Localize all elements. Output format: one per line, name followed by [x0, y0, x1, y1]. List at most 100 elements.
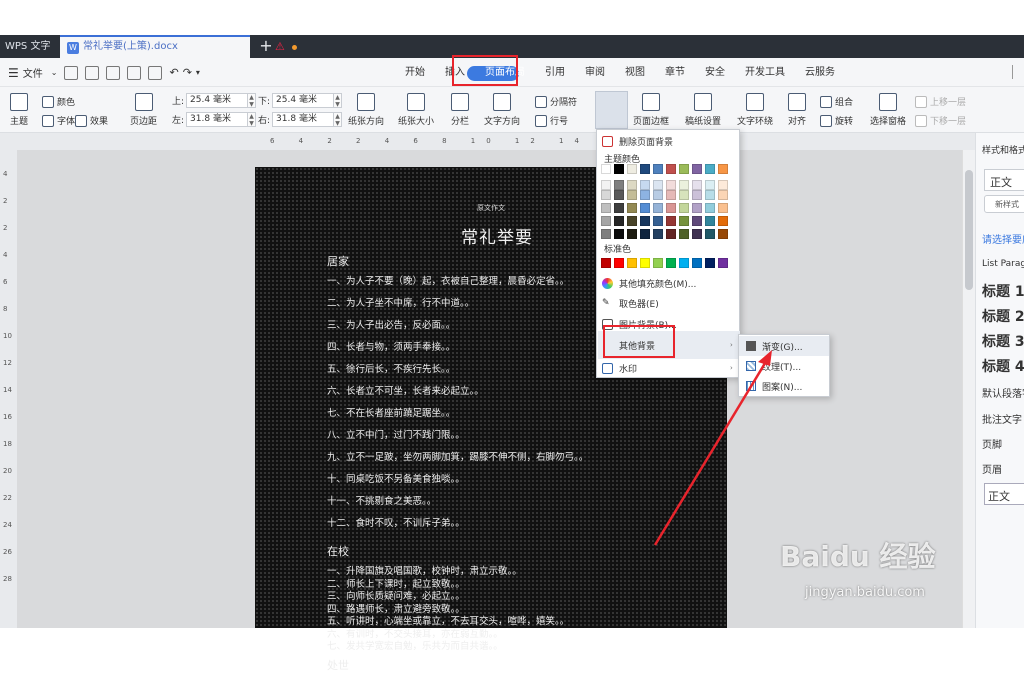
redo-icon[interactable]: ↷: [183, 66, 192, 79]
theme-color-swatch[interactable]: [640, 216, 650, 226]
paper-size-button[interactable]: 纸张大小: [398, 93, 434, 127]
wps-app-tab[interactable]: WPS 文字: [0, 35, 60, 58]
theme-color-swatch[interactable]: [718, 164, 728, 174]
standard-color-swatch[interactable]: [601, 258, 611, 268]
theme-color-swatch[interactable]: [705, 216, 715, 226]
theme-color-swatch[interactable]: [692, 180, 702, 190]
standard-color-swatch[interactable]: [679, 258, 689, 268]
left-margin-input[interactable]: 31.8 毫米: [186, 112, 249, 127]
breaks-button[interactable]: 分隔符: [535, 95, 577, 108]
tab-cloud[interactable]: 云服务: [795, 58, 845, 87]
theme-color-swatch[interactable]: [666, 229, 676, 239]
new-style-button[interactable]: 新样式: [984, 195, 1024, 213]
theme-color-swatch[interactable]: [601, 164, 611, 174]
theme-color-swatch[interactable]: [627, 203, 637, 213]
theme-color-swatch[interactable]: [627, 180, 637, 190]
theme-color-swatch[interactable]: [653, 203, 663, 213]
more-fill-colors-item[interactable]: 其他填充颜色(M)...: [597, 273, 739, 293]
standard-color-swatch[interactable]: [666, 258, 676, 268]
left-margin-field[interactable]: 左: 31.8 毫米 ▲ ▼: [172, 112, 257, 127]
theme-color-swatch[interactable]: [640, 164, 650, 174]
selection-pane-button[interactable]: 选择窗格: [870, 93, 906, 127]
theme-color-swatch[interactable]: [679, 164, 689, 174]
send-backward-button[interactable]: 下移一层: [915, 114, 966, 127]
theme-color-swatch[interactable]: [666, 190, 676, 200]
print-icon[interactable]: [106, 65, 121, 80]
tab-view[interactable]: 视图: [615, 58, 655, 87]
spin-arrows-icon[interactable]: ▲ ▼: [248, 93, 257, 108]
line-numbers-button[interactable]: 行号: [535, 114, 568, 127]
theme-color-swatch[interactable]: [640, 180, 650, 190]
standard-color-swatch[interactable]: [692, 258, 702, 268]
color-picker-item[interactable]: ✎ 取色器(E): [597, 293, 739, 313]
texture-item[interactable]: 纹理(T)...: [739, 356, 829, 376]
theme-color-swatch[interactable]: [705, 203, 715, 213]
pattern-item[interactable]: 图案(N)...: [739, 376, 829, 396]
theme-color-swatch[interactable]: [601, 229, 611, 239]
right-margin-input[interactable]: 31.8 毫米: [272, 112, 335, 127]
theme-color-swatch[interactable]: [601, 216, 611, 226]
style-heading-2[interactable]: 标题 2: [982, 306, 1024, 326]
theme-color-swatch[interactable]: [640, 190, 650, 200]
theme-color-swatch[interactable]: [705, 164, 715, 174]
theme-color-swatch[interactable]: [718, 229, 728, 239]
theme-button[interactable]: 主题: [10, 93, 28, 127]
remove-bg-item[interactable]: 删除页面背景: [597, 131, 739, 151]
bring-forward-button[interactable]: 上移一层: [915, 95, 966, 108]
theme-color-swatch[interactable]: [653, 216, 663, 226]
theme-color-swatch[interactable]: [692, 190, 702, 200]
standard-color-swatch[interactable]: [705, 258, 715, 268]
style-header[interactable]: 页眉: [982, 461, 1002, 476]
theme-color-swatch[interactable]: [666, 164, 676, 174]
theme-color-swatch[interactable]: [614, 180, 624, 190]
theme-color-swatch[interactable]: [627, 229, 637, 239]
theme-color-swatch[interactable]: [653, 190, 663, 200]
text-wrap-button[interactable]: 文字环绕: [737, 93, 773, 127]
collapse-ribbon-icon[interactable]: [1012, 65, 1022, 79]
top-margin-input[interactable]: 25.4 毫米: [186, 93, 249, 108]
spin-arrows-icon[interactable]: ▲ ▼: [334, 112, 343, 127]
theme-color-swatch[interactable]: [601, 203, 611, 213]
document-tab[interactable]: W 常礼举要(上策).docx ⚠: [60, 35, 297, 58]
theme-color-swatch[interactable]: [705, 229, 715, 239]
print-preview-icon[interactable]: [127, 65, 142, 80]
theme-color-swatch[interactable]: [718, 216, 728, 226]
theme-color-swatch[interactable]: [614, 164, 624, 174]
tab-developer[interactable]: 开发工具: [735, 58, 795, 87]
theme-color-swatch[interactable]: [653, 164, 663, 174]
theme-color-swatch[interactable]: [653, 180, 663, 190]
warning-icon[interactable]: ⚠: [275, 40, 287, 53]
theme-color-swatch[interactable]: [718, 190, 728, 200]
theme-color-swatch[interactable]: [614, 190, 624, 200]
theme-color-swatch[interactable]: [601, 190, 611, 200]
standard-color-swatch[interactable]: [614, 258, 624, 268]
customize-icon[interactable]: ▾: [196, 68, 200, 77]
margins-button[interactable]: 页边距: [130, 93, 157, 127]
standard-color-swatch[interactable]: [718, 258, 728, 268]
open-icon[interactable]: [85, 65, 100, 80]
style-default-font[interactable]: 默认段落字体: [982, 385, 1024, 400]
theme-color-swatch[interactable]: [614, 229, 624, 239]
theme-color-swatch[interactable]: [679, 229, 689, 239]
columns-button[interactable]: 分栏: [451, 93, 469, 127]
theme-color-swatch[interactable]: [679, 216, 689, 226]
theme-color-swatch[interactable]: [718, 180, 728, 190]
style-normal[interactable]: 正文: [984, 483, 1024, 505]
style-comment-text[interactable]: 批注文字: [982, 411, 1022, 426]
vertical-ruler[interactable]: 4 2 2 4 6 8 10 12 14 16 18 20 22 24 26 28: [0, 150, 17, 628]
hamburger-icon[interactable]: ☰: [8, 66, 19, 80]
tab-home[interactable]: 开始: [395, 58, 435, 87]
tab-review[interactable]: 审阅: [575, 58, 615, 87]
theme-color-swatch[interactable]: [705, 180, 715, 190]
orientation-button[interactable]: 纸张方向: [348, 93, 384, 127]
style-heading-1[interactable]: 标题 1: [982, 281, 1024, 301]
group-button[interactable]: 组合: [820, 95, 853, 108]
file-menu[interactable]: 文件: [23, 65, 43, 80]
theme-color-swatch[interactable]: [653, 229, 663, 239]
horizontal-ruler[interactable]: 6 4 2 2 4 6 8 10 12 14 16 18 20: [0, 133, 975, 150]
standard-color-swatch[interactable]: [653, 258, 663, 268]
theme-color-swatch[interactable]: [692, 216, 702, 226]
style-list-paragraph[interactable]: List Paragraph: [982, 259, 1024, 269]
theme-color-swatch[interactable]: [718, 203, 728, 213]
theme-color-swatch[interactable]: [666, 203, 676, 213]
